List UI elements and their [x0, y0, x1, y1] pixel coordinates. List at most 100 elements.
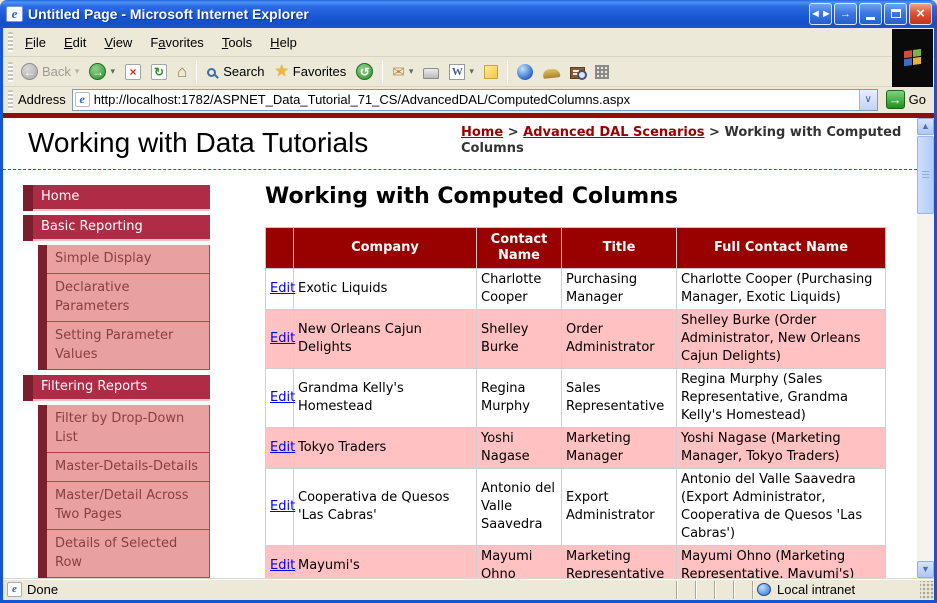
- edit-link[interactable]: Edit: [270, 281, 295, 296]
- edit-link[interactable]: Edit: [270, 440, 295, 455]
- menu-edit[interactable]: Edit: [55, 32, 95, 53]
- sidebar-item-setting-parameter-values[interactable]: Setting Parameter Values: [38, 322, 210, 370]
- cell-contact: Yoshi Nagase: [476, 427, 562, 469]
- restore-layout-button[interactable]: ◄►: [809, 3, 832, 25]
- table-row: Edit Exotic Liquids Charlotte Cooper Pur…: [265, 268, 886, 310]
- search-icon: [207, 68, 217, 77]
- forward-button[interactable]: → ▾: [84, 61, 120, 82]
- history-button[interactable]: ↺: [351, 61, 378, 82]
- edit-link[interactable]: Edit: [270, 558, 295, 573]
- sidebar-item-details-of-selected-row[interactable]: Details of Selected Row: [38, 530, 210, 578]
- address-input[interactable]: e http://localhost:1782/ASPNET_Data_Tuto…: [71, 88, 878, 111]
- page-favicon: e: [74, 92, 90, 107]
- back-button[interactable]: ← Back ▾: [16, 61, 84, 82]
- sidebar-item-label: Setting Parameter Values: [47, 322, 210, 370]
- ie-app-icon: e: [6, 6, 23, 22]
- title-bar[interactable]: e Untitled Page - Microsoft Internet Exp…: [0, 0, 937, 28]
- sidebar-item-filter-by-dropdown-list[interactable]: Filter by Drop-Down List: [38, 405, 210, 453]
- cell-title: Export Administrator: [561, 468, 677, 546]
- edit-with-word-button[interactable]: W ▾: [444, 62, 479, 82]
- menu-view[interactable]: View: [95, 32, 141, 53]
- favorites-button[interactable]: ★ Favorites: [269, 62, 351, 82]
- go-arrow-icon: →: [885, 90, 905, 109]
- sidebar-item-home[interactable]: Home: [23, 185, 210, 211]
- minimize-button[interactable]: [859, 3, 882, 25]
- edit-link[interactable]: Edit: [270, 390, 295, 405]
- scroll-down-button[interactable]: ▼: [917, 561, 934, 578]
- scrollbar-thumb[interactable]: [917, 136, 934, 214]
- breadcrumb-link-advanced-dal[interactable]: Advanced DAL Scenarios: [523, 125, 704, 140]
- sidebar-item-label: Filtering Reports: [33, 375, 210, 401]
- toolbar: ← Back ▾ → ▾ × ↻ ⌂ Search ★ Favorites ↺: [3, 57, 934, 87]
- cell-contact: Regina Murphy: [476, 368, 562, 428]
- breadcrumb-link-home[interactable]: Home: [461, 125, 503, 140]
- menu-tools[interactable]: Tools: [213, 32, 261, 53]
- cell-full-contact: Antonio del Valle Saavedra (Export Admin…: [676, 468, 886, 546]
- addon-button[interactable]: [538, 63, 565, 80]
- sidebar-item-filtering-reports[interactable]: Filtering Reports: [23, 375, 210, 401]
- cell-title: Purchasing Manager: [561, 268, 677, 310]
- maximize-button[interactable]: [884, 3, 907, 25]
- menu-favorites[interactable]: Favorites: [141, 32, 212, 53]
- sidebar-strip: [38, 530, 47, 578]
- sidebar-item-declarative-parameters[interactable]: Declarative Parameters: [38, 274, 210, 322]
- research-book-icon: [569, 66, 587, 80]
- cell-full-contact: Mayumi Ohno (Marketing Representative, M…: [676, 545, 886, 578]
- notes-button[interactable]: [479, 63, 503, 81]
- scrollbar-track[interactable]: [917, 215, 934, 561]
- main-content: Working with Computed Columns Company Co…: [265, 184, 887, 578]
- close-button[interactable]: ×: [909, 3, 932, 25]
- table-row: Edit Grandma Kelly's Homestead Regina Mu…: [265, 368, 886, 428]
- vertical-scrollbar[interactable]: ▲ ▼: [917, 118, 934, 578]
- sidebar-item-master-details-details[interactable]: Master-Details-Details: [38, 453, 210, 482]
- address-dropdown-button[interactable]: ∨: [858, 89, 877, 110]
- note-icon: [483, 64, 498, 79]
- msn-button[interactable]: [590, 63, 614, 81]
- sidebar-item-master-detail-across-two-pages[interactable]: Master/Detail Across Two Pages: [38, 482, 210, 530]
- col-header-edit: [265, 227, 294, 269]
- address-bar: Address e http://localhost:1782/ASPNET_D…: [3, 87, 934, 113]
- status-page-icon: e: [7, 582, 22, 597]
- local-intranet-icon: [757, 583, 771, 596]
- edit-link[interactable]: Edit: [270, 331, 295, 346]
- windows-flag-icon: [903, 48, 922, 68]
- popout-button[interactable]: →: [834, 3, 857, 25]
- sidebar-strip: [38, 245, 47, 274]
- breadcrumb: Home > Advanced DAL Scenarios > Working …: [461, 125, 903, 157]
- maximize-icon: [890, 9, 901, 18]
- sidebar-item-basic-reporting[interactable]: Basic Reporting: [23, 215, 210, 241]
- sidebar-item-label: Simple Display: [47, 245, 210, 274]
- sidebar-nav: Home Basic Reporting Simple Display Decl…: [23, 185, 210, 578]
- go-button[interactable]: → Go: [878, 90, 932, 109]
- page-content: Working with Data Tutorials Home > Advan…: [3, 118, 917, 578]
- messenger-sphere-button[interactable]: [512, 62, 538, 82]
- refresh-button[interactable]: ↻: [146, 62, 172, 82]
- breadcrumb-separator: >: [507, 125, 519, 140]
- cell-title: Order Administrator: [561, 309, 677, 369]
- stop-button[interactable]: ×: [120, 62, 146, 82]
- status-bar: e Done Local intranet: [3, 578, 934, 600]
- home-button[interactable]: ⌂: [172, 61, 192, 82]
- address-label: Address: [18, 92, 66, 107]
- menubar-grip: [8, 32, 13, 52]
- menu-help[interactable]: Help: [261, 32, 306, 53]
- search-button[interactable]: Search: [201, 62, 269, 81]
- table-header-row: Company Contact Name Title Full Contact …: [265, 227, 886, 269]
- home-icon: ⌂: [176, 62, 188, 81]
- menu-file[interactable]: File: [16, 32, 55, 53]
- mail-chevron-icon: ▾: [408, 66, 414, 76]
- resize-grip[interactable]: [920, 580, 934, 599]
- mail-button[interactable]: ✉ ▾: [387, 61, 418, 83]
- research-button[interactable]: [565, 63, 590, 81]
- table-row: Edit Cooperativa de Quesos 'Las Cabras' …: [265, 468, 886, 546]
- cell-title: Marketing Representative: [561, 545, 677, 578]
- edit-link[interactable]: Edit: [270, 499, 295, 514]
- sidebar-item-simple-display[interactable]: Simple Display: [38, 245, 210, 274]
- page-title: Working with Computed Columns: [265, 184, 678, 209]
- cell-company: Mayumi's: [293, 545, 477, 578]
- favorites-star-icon: ★: [274, 62, 289, 80]
- browser-window: e Untitled Page - Microsoft Internet Exp…: [0, 0, 937, 603]
- scroll-up-button[interactable]: ▲: [917, 118, 934, 135]
- sidebar-item-label: Details of Selected Row: [47, 530, 210, 578]
- print-button[interactable]: [418, 63, 444, 81]
